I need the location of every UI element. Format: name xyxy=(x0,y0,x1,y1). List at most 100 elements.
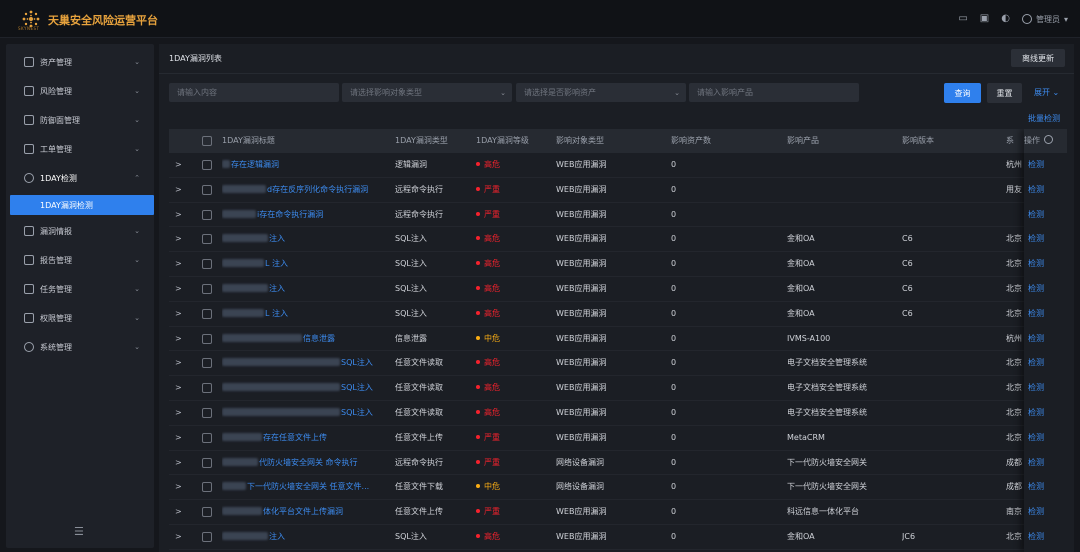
detect-link[interactable]: 检测 xyxy=(1028,327,1044,351)
expand-row-icon[interactable]: > xyxy=(175,277,182,301)
select-all-checkbox[interactable] xyxy=(202,136,212,146)
query-button[interactable]: 查询 xyxy=(944,83,981,103)
palette-icon[interactable]: ◐ xyxy=(1001,11,1010,27)
vuln-title-link[interactable]: d存在反序列化命令执行漏洞 xyxy=(222,178,390,202)
screen-icon[interactable]: ▣ xyxy=(980,11,989,27)
vuln-title-link[interactable]: 下一代防火墙安全网关 任意文件... xyxy=(222,475,390,499)
expand-row-icon[interactable]: > xyxy=(175,451,182,475)
row-checkbox[interactable] xyxy=(202,408,212,418)
row-checkbox[interactable] xyxy=(202,308,212,319)
row-checkbox[interactable] xyxy=(202,184,212,195)
detect-link[interactable]: 检测 xyxy=(1028,302,1044,326)
vuln-title-link[interactable]: L 注入 xyxy=(222,252,390,276)
vuln-title-link[interactable]: SQL注入 xyxy=(222,376,390,400)
expand-row-icon[interactable]: > xyxy=(175,525,182,549)
gear-icon[interactable] xyxy=(1044,135,1053,144)
offline-update-button[interactable]: 离线更新 xyxy=(1011,49,1065,67)
sidebar-item-report[interactable]: 报告管理 ⌄ xyxy=(6,248,154,272)
expand-row-icon[interactable]: > xyxy=(175,351,182,375)
detect-link[interactable]: 检测 xyxy=(1028,351,1044,375)
affected-product: 金和OA xyxy=(787,234,815,244)
row-checkbox[interactable] xyxy=(202,333,212,344)
affect-asset-select[interactable]: 请选择是否影响资产 ⌄ xyxy=(516,83,686,102)
product-filter[interactable] xyxy=(689,83,859,102)
expand-row-icon[interactable]: > xyxy=(175,302,182,326)
expand-row-icon[interactable]: > xyxy=(175,252,182,276)
row-checkbox[interactable] xyxy=(202,160,212,170)
vuln-title-link[interactable]: 注入 xyxy=(222,227,390,251)
vuln-title-link[interactable]: 注入 xyxy=(222,525,390,549)
vuln-title-link[interactable]: 代防火墙安全网关 命令执行 xyxy=(222,451,390,475)
detect-link[interactable]: 检测 xyxy=(1028,252,1044,276)
detect-link[interactable]: 检测 xyxy=(1028,178,1044,202)
row-checkbox[interactable] xyxy=(202,209,212,220)
sidebar-item-permission[interactable]: 权限管理 ⌄ xyxy=(6,306,154,330)
sidebar-item-1day[interactable]: 1DAY检测 ⌃ xyxy=(6,166,154,190)
detect-link[interactable]: 检测 xyxy=(1028,376,1044,400)
detect-link[interactable]: 检测 xyxy=(1028,426,1044,450)
content-filter[interactable] xyxy=(169,83,339,102)
vuln-title-link[interactable]: 存在任意文件上传 xyxy=(222,426,390,450)
reset-button[interactable]: 重置 xyxy=(987,83,1022,103)
row-checkbox[interactable] xyxy=(202,383,212,394)
batch-detect-link[interactable]: 批量检测 xyxy=(1028,113,1060,124)
detect-link[interactable]: 检测 xyxy=(1028,227,1044,251)
sidebar-item-system[interactable]: 系统管理 ⌄ xyxy=(6,335,154,359)
menu-collapse-icon[interactable]: ☰ xyxy=(74,525,84,538)
row-checkbox[interactable] xyxy=(202,457,212,468)
product-input[interactable] xyxy=(697,88,859,97)
sidebar-item-risk[interactable]: 风险管理 ⌄ xyxy=(6,79,154,103)
target-type-select[interactable]: 请选择影响对象类型 ⌄ xyxy=(342,83,512,102)
vuln-title-link[interactable]: 信息泄露 xyxy=(222,327,390,351)
row-checkbox[interactable] xyxy=(202,284,212,294)
affected-version: C6 xyxy=(902,234,913,244)
table-header: 1DAY漏洞标题 1DAY漏洞类型 1DAY漏洞等级 影响对象类型 影响资产数 … xyxy=(169,129,1067,153)
detect-link[interactable]: 检测 xyxy=(1028,500,1044,524)
chevron-down-icon: ⌄ xyxy=(674,88,680,97)
vuln-title-link[interactable]: SQL注入 xyxy=(222,401,390,425)
expand-row-icon[interactable]: > xyxy=(175,178,182,202)
sidebar-item-ticket[interactable]: 工单管理 ⌄ xyxy=(6,137,154,161)
expand-row-icon[interactable]: > xyxy=(175,203,182,227)
vuln-title-link[interactable]: 注入 xyxy=(222,277,390,301)
detect-link[interactable]: 检测 xyxy=(1028,401,1044,425)
vuln-title-link[interactable]: 存在逻辑漏洞 xyxy=(222,153,390,177)
detect-link[interactable]: 检测 xyxy=(1028,525,1044,549)
detect-link[interactable]: 检测 xyxy=(1028,203,1044,227)
detect-link[interactable]: 检测 xyxy=(1028,153,1044,177)
sidebar-item-asset[interactable]: 资产管理 ⌄ xyxy=(6,50,154,74)
expand-row-icon[interactable]: > xyxy=(175,327,182,351)
expand-row-icon[interactable]: > xyxy=(175,500,182,524)
row-checkbox[interactable] xyxy=(202,532,212,542)
detect-link[interactable]: 检测 xyxy=(1028,451,1044,475)
row-checkbox[interactable] xyxy=(202,259,212,270)
monitor-icon[interactable]: ▭ xyxy=(958,11,967,27)
expand-row-icon[interactable]: > xyxy=(175,376,182,400)
expand-row-icon[interactable]: > xyxy=(175,475,182,499)
row-checkbox[interactable] xyxy=(202,358,212,369)
expand-link[interactable]: 展开 ⌄ xyxy=(1034,87,1059,98)
content-input[interactable] xyxy=(177,88,339,97)
user-menu[interactable]: 管理员 ▾ xyxy=(1021,14,1068,25)
row-checkbox[interactable] xyxy=(202,432,212,443)
row-checkbox[interactable] xyxy=(202,234,212,245)
row-checkbox[interactable] xyxy=(202,482,212,493)
vuln-title-link[interactable]: SQL注入 xyxy=(222,351,390,375)
expand-row-icon[interactable]: > xyxy=(175,227,182,251)
sidebar-item-intel[interactable]: 漏洞情报 ⌄ xyxy=(6,219,154,243)
vuln-title-link[interactable]: i存在命令执行漏洞 xyxy=(222,203,390,227)
vuln-title-link[interactable]: 体化平台文件上传漏洞 xyxy=(222,500,390,524)
row-checkbox[interactable] xyxy=(202,507,212,518)
detect-link[interactable]: 检测 xyxy=(1028,475,1044,499)
expand-row-icon[interactable]: > xyxy=(175,401,182,425)
detect-link[interactable]: 检测 xyxy=(1028,277,1044,301)
level-text: 严重 xyxy=(484,457,500,467)
vuln-title-link[interactable]: L 注入 xyxy=(222,302,390,326)
vuln-title-text: i存在命令执行漏洞 xyxy=(257,209,324,219)
vendor: 成都 xyxy=(1006,457,1022,467)
sidebar-item-defense[interactable]: 防御面管理 ⌄ xyxy=(6,108,154,132)
expand-row-icon[interactable]: > xyxy=(175,153,182,177)
expand-row-icon[interactable]: > xyxy=(175,426,182,450)
sidebar-subitem-1day-detect[interactable]: 1DAY漏洞检测 xyxy=(10,195,154,215)
sidebar-item-task[interactable]: 任务管理 ⌄ xyxy=(6,277,154,301)
